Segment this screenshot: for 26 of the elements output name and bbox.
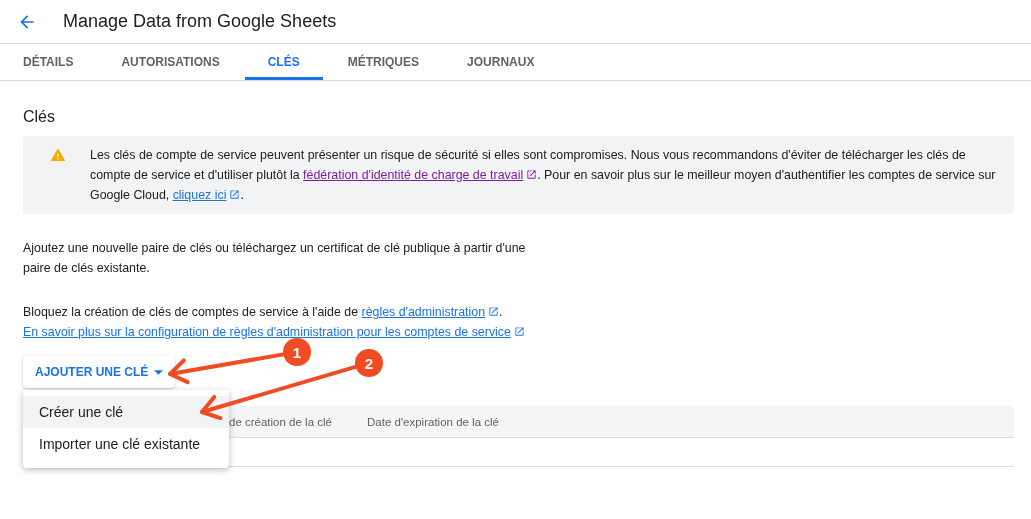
caret-icon bbox=[154, 369, 164, 375]
column-header: de création de la clé bbox=[229, 415, 333, 428]
menu-item[interactable]: Importer une clé existante bbox=[23, 428, 229, 460]
external-link-icon bbox=[488, 306, 500, 317]
tab[interactable]: DÉTAILS bbox=[0, 44, 97, 80]
warning-text: Les clés de compte de service peuvent présenter un risque de sécurité si elles sont compromises. Nous vous recommandons d'éviter de télécharger les clés de compte de service et d'utiliser plutôt la fédération d'identité de charge de travail . Pour en savoir plus sur le meilleur moyen d'authentifier les comptes de service sur Google Cloud, cliquez ici . bbox=[90, 147, 997, 204]
link[interactable]: En savoir plus sur la configuration de règles d'administration pour les comptes de service bbox=[23, 325, 525, 339]
warning-icon bbox=[50, 147, 66, 163]
tab[interactable]: MÉTRIQUES bbox=[324, 44, 443, 80]
step-number: 1 bbox=[283, 338, 311, 366]
intro-text: Ajoutez une nouvelle paire de clés ou téléchargez un certificat de clé publique à partir d'une paire de clés existante. bbox=[23, 240, 527, 277]
link[interactable]: cliquez ici bbox=[172, 188, 241, 202]
menu-item[interactable]: Créer une clé bbox=[23, 396, 229, 428]
tab[interactable]: CLÉS bbox=[244, 44, 323, 80]
step-number: 2 bbox=[355, 349, 383, 377]
tab[interactable]: JOURNAUX bbox=[444, 44, 558, 80]
external-link-icon bbox=[513, 326, 525, 337]
tab[interactable]: AUTORISATIONS bbox=[98, 44, 243, 80]
link[interactable]: fédération d'identité de charge de travail bbox=[303, 168, 538, 182]
section-title: Clés bbox=[23, 108, 56, 126]
column-header: Date d'expiration de la clé bbox=[367, 415, 499, 428]
external-link-icon bbox=[229, 189, 241, 200]
page-title: Manage Data from Google Sheets bbox=[63, 11, 337, 32]
link[interactable]: règles d'administration bbox=[361, 305, 500, 319]
external-link-icon bbox=[526, 169, 538, 180]
add-key-button[interactable]: AJOUTER UNE CLÉ bbox=[23, 356, 176, 388]
